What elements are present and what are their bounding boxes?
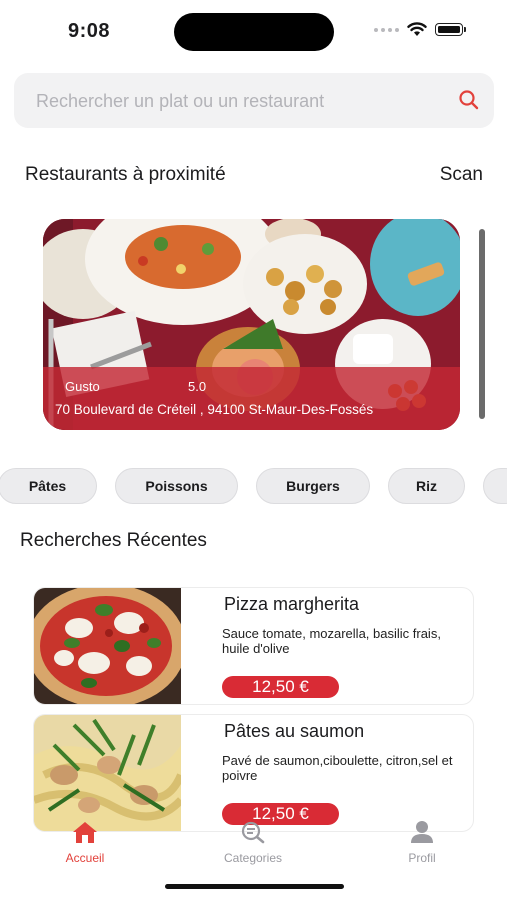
restaurant-info-overlay (43, 367, 460, 430)
category-chip-pates[interactable]: Pâtes (0, 468, 97, 504)
tab-label: Accueil (65, 851, 105, 865)
restaurant-name: Gusto (65, 379, 100, 394)
category-chip-riz[interactable]: Riz (388, 468, 465, 504)
tab-profil[interactable]: Profil (367, 820, 477, 865)
restaurant-address: 70 Boulevard de Créteil , 94100 St-Maur-… (55, 402, 374, 417)
search-list-icon (241, 821, 265, 844)
category-chip-partial[interactable] (483, 468, 507, 504)
status-icons (374, 22, 466, 37)
recent-item-name: Pizza margherita (224, 594, 360, 614)
battery-icon (435, 23, 466, 36)
search-icon[interactable] (458, 89, 480, 111)
recent-item-pizza[interactable]: Pizza margherita Sauce tomate, mozarella… (33, 587, 474, 705)
search-input[interactable] (34, 73, 438, 130)
category-chip-burgers[interactable]: Burgers (256, 468, 370, 504)
recent-item-pates[interactable]: Pâtes au saumon Pavé de saumon,ciboulett… (33, 714, 474, 832)
tab-label: Profil (408, 851, 436, 865)
tab-categories[interactable]: Categories (198, 820, 308, 865)
nearby-section-title: Restaurants à proximité (25, 164, 226, 185)
home-indicator (165, 884, 344, 889)
pasta-photo (34, 715, 181, 831)
tab-label: Categories (223, 851, 283, 865)
scan-button[interactable]: Scan (440, 164, 483, 186)
cellular-signal-icon (374, 27, 399, 32)
pizza-photo (34, 588, 181, 704)
dynamic-island (174, 13, 334, 51)
person-icon (411, 821, 433, 843)
next-restaurant-card-edge[interactable] (479, 229, 485, 419)
status-time: 9:08 (68, 20, 111, 42)
recent-item-description: Sauce tomate, mozarella, basilic frais, … (222, 626, 441, 656)
restaurant-rating: 5.0 (188, 379, 207, 394)
home-icon (73, 822, 97, 843)
category-chip-poissons[interactable]: Poissons (115, 468, 238, 504)
recent-searches-title: Recherches Récentes (20, 530, 207, 551)
recent-item-price: 12,50 € (222, 676, 339, 698)
restaurant-card[interactable]: Gusto 5.0 70 Boulevard de Créteil , 9410… (43, 219, 460, 430)
search-bar[interactable] (14, 73, 494, 130)
tab-accueil[interactable]: Accueil (30, 820, 140, 865)
wifi-icon (407, 22, 427, 36)
recent-item-description: Pavé de saumon,ciboulette, citron,sel et… (222, 753, 453, 783)
recent-item-name: Pâtes au saumon (224, 721, 365, 741)
